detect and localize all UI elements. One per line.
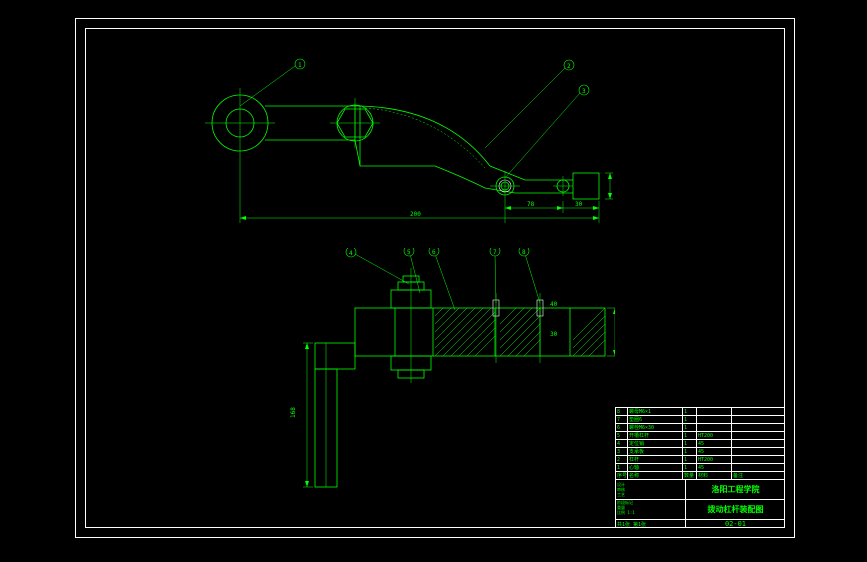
- dim-side-v1: 30: [550, 331, 558, 338]
- cad-viewport[interactable]: 1 2 3 200 78 30: [0, 0, 867, 562]
- balloon-5: 5: [407, 249, 411, 256]
- dwgno-row: 共1张 第1张 02-01: [616, 520, 785, 528]
- org-name: 洛阳工程学院: [686, 480, 785, 499]
- parts-header: 序号名称数量材料备注: [616, 472, 785, 480]
- balloon-4: 4: [349, 250, 353, 257]
- dim-vert-left: 168: [290, 407, 297, 418]
- title-row: 阶段标记 重量 比例 1:1 拨动杠杆装配图: [616, 500, 785, 520]
- drawing-title: 拨动杠杆装配图: [686, 500, 785, 519]
- part-row: 4定位销145: [616, 440, 785, 448]
- drawing-number: 02-01: [686, 520, 785, 528]
- part-row: 1心轴145: [616, 464, 785, 472]
- balloon-7: 7: [493, 249, 497, 256]
- top-view: 1 2 3 200 78 30: [185, 58, 635, 238]
- balloon-6: 6: [432, 249, 436, 256]
- dim-side-v2: 40: [550, 301, 558, 308]
- dim-right-gap: 30: [575, 201, 583, 208]
- org-row: 设计 审核 工艺 洛阳工程学院: [616, 480, 785, 500]
- dim-main: 200: [410, 211, 421, 218]
- part-row: 2杠杆1HT200: [616, 456, 785, 464]
- balloon-1: 1: [298, 62, 302, 69]
- title-block: 8螺母M6×11 7垫圈61 6螺栓M6×301 5开槽杠杆1HT200 4定位…: [615, 407, 785, 528]
- part-row: 6螺栓M6×301: [616, 424, 785, 432]
- drawing-area: 1 2 3 200 78 30: [85, 28, 785, 528]
- part-row: 7垫圈61: [616, 416, 785, 424]
- balloon-2: 2: [567, 63, 571, 70]
- part-row: 5开槽杠杆1HT200: [616, 432, 785, 440]
- part-row: 8螺母M6×11: [616, 408, 785, 416]
- dim-right-h: 78: [527, 201, 535, 208]
- balloon-8: 8: [522, 249, 526, 256]
- section-view: 40 30 168 4 5 6 7 8: [195, 248, 615, 508]
- balloon-3: 3: [582, 88, 586, 95]
- part-row: 3支承板145: [616, 448, 785, 456]
